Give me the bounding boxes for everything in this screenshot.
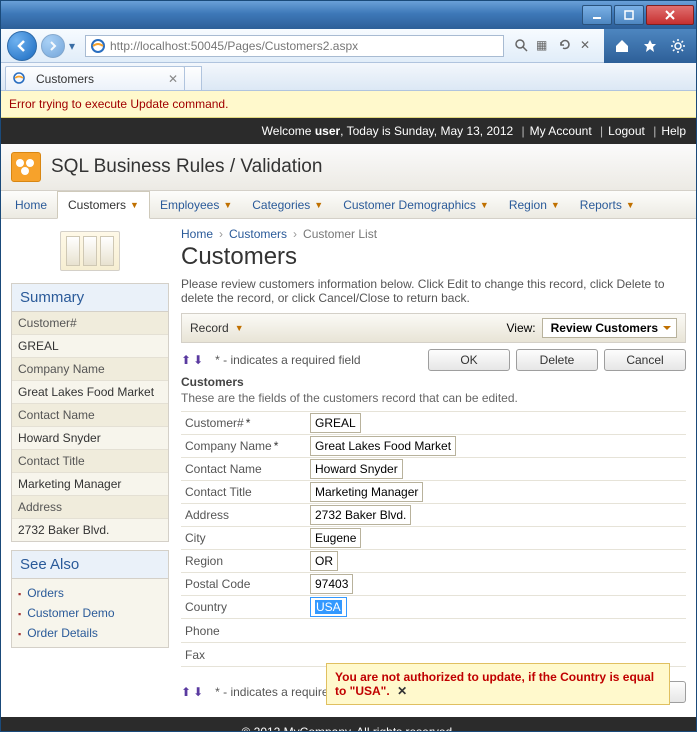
menu-reports[interactable]: Reports▼ — [570, 191, 645, 218]
next-record-icon[interactable]: ⬇ — [193, 353, 203, 367]
tab-title: Customers — [36, 72, 94, 86]
ok-button[interactable]: OK — [428, 349, 510, 371]
chevron-down-icon: ▼ — [223, 200, 232, 210]
back-button[interactable] — [7, 31, 37, 61]
country-input[interactable]: USA — [310, 597, 347, 617]
city-input[interactable]: Eugene — [310, 528, 361, 548]
record-toolbar: Record▼ View: Review Customers — [181, 313, 686, 343]
refresh-icon[interactable] — [558, 38, 574, 54]
menu-demographics[interactable]: Customer Demographics▼ — [333, 191, 499, 218]
recent-pages-dropdown[interactable]: ▾ — [69, 39, 81, 53]
breadcrumb-current: Customer List — [303, 227, 377, 241]
page-footer: © 2012 MyCompany. All rights reserved. — [1, 717, 696, 731]
see-also-link[interactable]: Orders — [18, 583, 162, 603]
address-input[interactable]: 2732 Baker Blvd. — [310, 505, 411, 525]
app-logo — [11, 152, 41, 182]
customer-id-input[interactable]: GREAL — [310, 413, 361, 433]
ie-icon — [90, 38, 106, 54]
chevron-down-icon: ▼ — [130, 200, 139, 210]
company-input[interactable]: Great Lakes Food Market — [310, 436, 456, 456]
window-close-button[interactable] — [646, 5, 694, 25]
title-input[interactable]: Marketing Manager — [310, 482, 423, 502]
breadcrumb-customers[interactable]: Customers — [229, 227, 287, 241]
menu-customers[interactable]: Customers▼ — [57, 191, 150, 219]
see-also-box: See Also Orders Customer Demo Order Deta… — [11, 550, 169, 648]
favorites-icon[interactable] — [640, 36, 660, 56]
browser-navbar: ▾ http://localhost:50045/Pages/Customers… — [1, 29, 696, 63]
window-maximize-button[interactable] — [614, 5, 644, 25]
chevron-down-icon: ▼ — [235, 323, 244, 333]
forward-button[interactable] — [41, 34, 65, 58]
page-title: Customers — [181, 243, 686, 271]
menu-home[interactable]: Home — [5, 191, 57, 218]
sidebar-thumb — [60, 231, 120, 271]
see-also-link[interactable]: Customer Demo — [18, 603, 162, 623]
address-bar[interactable]: http://localhost:50045/Pages/Customers2.… — [85, 35, 504, 57]
summary-title: Summary — [12, 284, 168, 312]
form-table: Customer#* GREAL Company Name* Great Lak… — [181, 411, 686, 667]
page-content: Error trying to execute Update command. … — [1, 91, 696, 731]
delete-button[interactable]: Delete — [516, 349, 598, 371]
contact-input[interactable]: Howard Snyder — [310, 459, 403, 479]
search-icon[interactable] — [514, 38, 530, 54]
menu-categories[interactable]: Categories▼ — [242, 191, 333, 218]
section-title: Customers — [181, 375, 686, 389]
page-desc: Please review customers information belo… — [181, 277, 686, 305]
home-icon[interactable] — [612, 36, 632, 56]
window-titlebar — [1, 1, 696, 29]
my-account-link[interactable]: My Account — [530, 124, 592, 138]
compat-icon[interactable]: ▦ — [536, 38, 552, 54]
see-also-link[interactable]: Order Details — [18, 623, 162, 643]
cancel-button[interactable]: Cancel — [604, 349, 686, 371]
ie-icon — [12, 71, 28, 87]
prev-record-icon[interactable]: ⬆ — [181, 685, 191, 699]
chevron-down-icon: ▼ — [626, 200, 635, 210]
sidebar: Summary Customer# GREAL Company Name Gre… — [11, 219, 169, 707]
breadcrumb-home[interactable]: Home — [181, 227, 213, 241]
chevron-down-icon: ▼ — [551, 200, 560, 210]
menu-employees[interactable]: Employees▼ — [150, 191, 242, 218]
postal-input[interactable]: 97403 — [310, 574, 353, 594]
help-link[interactable]: Help — [661, 124, 686, 138]
summary-box: Summary Customer# GREAL Company Name Gre… — [11, 283, 169, 542]
main-panel: Home › Customers › Customer List Custome… — [181, 219, 686, 707]
url-text: http://localhost:50045/Pages/Customers2.… — [110, 39, 358, 53]
user-bar: Welcome user, Today is Sunday, May 13, 2… — [1, 118, 696, 144]
region-input[interactable]: OR — [310, 551, 338, 571]
error-banner: Error trying to execute Update command. — [1, 91, 696, 118]
tools-icon[interactable] — [668, 36, 688, 56]
record-dropdown[interactable]: Record▼ — [190, 321, 244, 335]
validation-error: You are not authorized to update, if the… — [326, 663, 670, 705]
app-title: SQL Business Rules / Validation — [51, 156, 322, 178]
breadcrumb: Home › Customers › Customer List — [181, 227, 686, 241]
prev-record-icon[interactable]: ⬆ — [181, 353, 191, 367]
view-select[interactable]: Review Customers — [542, 318, 677, 338]
next-record-icon[interactable]: ⬇ — [193, 685, 203, 699]
close-error-icon[interactable]: ✕ — [397, 684, 407, 698]
menu-region[interactable]: Region▼ — [499, 191, 570, 218]
browser-tab[interactable]: Customers ✕ — [5, 66, 185, 90]
main-menu: Home Customers▼ Employees▼ Categories▼ C… — [1, 191, 696, 219]
section-desc: These are the fields of the customers re… — [181, 391, 686, 405]
stop-icon[interactable]: ✕ — [580, 38, 596, 54]
chevron-down-icon: ▼ — [314, 200, 323, 210]
browser-tabstrip: Customers ✕ — [1, 63, 696, 91]
logout-link[interactable]: Logout — [608, 124, 645, 138]
app-header: SQL Business Rules / Validation — [1, 144, 696, 191]
new-tab-button[interactable] — [184, 66, 202, 90]
tab-close-icon[interactable]: ✕ — [168, 72, 178, 86]
chevron-down-icon: ▼ — [480, 200, 489, 210]
window-minimize-button[interactable] — [582, 5, 612, 25]
